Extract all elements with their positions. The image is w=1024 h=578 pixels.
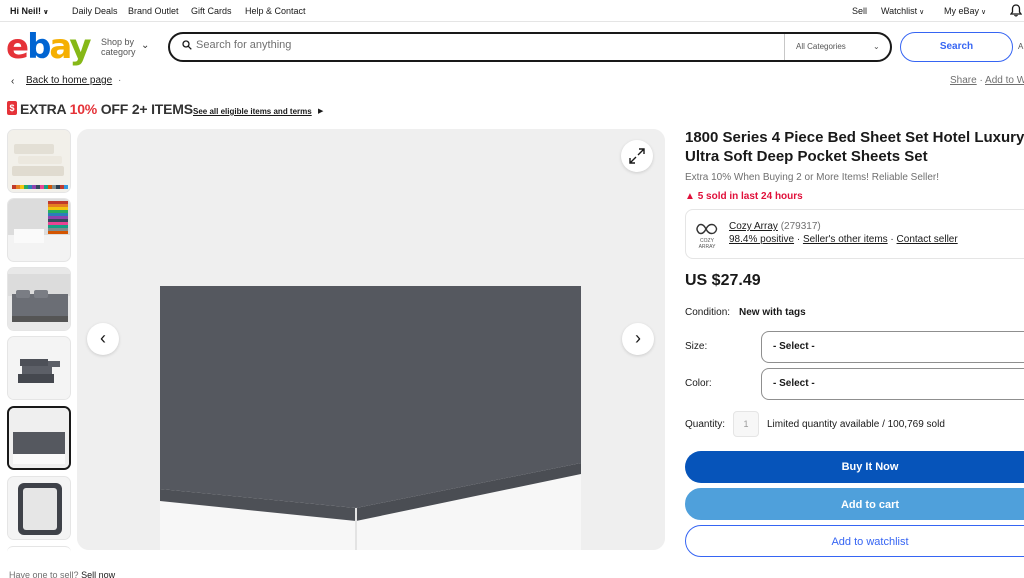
add-to-cart-button[interactable]: Add to cart bbox=[685, 488, 1024, 520]
greeting-text: Hi Neil! bbox=[10, 6, 42, 16]
size-label: Size: bbox=[685, 341, 708, 352]
sell-prompt-text: Have one to sell? bbox=[9, 570, 79, 578]
brand-outlet-link[interactable]: Brand Outlet bbox=[128, 6, 179, 16]
gift-cards-link[interactable]: Gift Cards bbox=[191, 6, 232, 16]
thumbnail-image bbox=[8, 337, 70, 399]
promo-tag-icon: $ bbox=[7, 101, 17, 115]
seller-links-row: 98.4% positive · Seller's other items · … bbox=[729, 234, 958, 245]
thumbnail-image bbox=[8, 477, 70, 539]
promo-prefix: EXTRA bbox=[20, 101, 70, 117]
shop-by-category-button[interactable]: Shop by category bbox=[101, 38, 136, 57]
contact-seller-link[interactable]: Contact seller bbox=[897, 234, 958, 245]
notification-bell-icon[interactable] bbox=[1010, 4, 1022, 17]
promo-suffix: OFF 2+ ITEMS bbox=[97, 101, 193, 117]
shop-by-text: Shop by bbox=[101, 37, 135, 47]
separator: · bbox=[794, 234, 803, 245]
my-ebay-text: My eBay bbox=[944, 6, 980, 16]
my-ebay-menu[interactable]: My eBay ∨ bbox=[944, 6, 986, 16]
expand-icon bbox=[629, 148, 645, 164]
fullscreen-button[interactable] bbox=[621, 140, 653, 172]
logo-letter-y: y bbox=[69, 27, 91, 67]
sell-prompt: Have one to sell? Sell now bbox=[9, 570, 115, 578]
category-text: category bbox=[101, 47, 136, 57]
buy-it-now-button[interactable]: Buy It Now bbox=[685, 451, 1024, 483]
logo-letter-e: e bbox=[6, 27, 29, 67]
advanced-search-link[interactable]: A bbox=[1018, 42, 1023, 51]
chevron-down-icon: ∨ bbox=[981, 9, 987, 16]
thumbnail-image bbox=[8, 130, 70, 192]
search-button[interactable]: Search bbox=[900, 32, 1013, 62]
search-input[interactable] bbox=[196, 39, 756, 51]
thumbnail-image bbox=[9, 408, 69, 468]
seller-name-row: Cozy Array (279317) bbox=[729, 221, 821, 232]
thumbnail-white-sheets[interactable] bbox=[7, 129, 71, 193]
play-arrow-icon: ▶ bbox=[318, 108, 324, 115]
back-to-home-link[interactable]: Back to home page bbox=[26, 75, 112, 86]
chevron-down-icon: ∨ bbox=[919, 9, 925, 16]
sold-indicator: ▲ 5 sold in last 24 hours bbox=[685, 191, 803, 202]
quantity-availability: Limited quantity available / 100,769 sol… bbox=[767, 419, 945, 430]
share-link[interactable]: Share bbox=[950, 75, 977, 86]
breadcrumb-separator: · bbox=[118, 75, 122, 86]
thumbnail-color-stack[interactable] bbox=[7, 198, 71, 262]
chevron-down-icon: ⌄ bbox=[873, 42, 880, 51]
next-image-button[interactable]: › bbox=[622, 323, 654, 355]
promo-terms-link[interactable]: See all eligible items and terms bbox=[193, 107, 312, 116]
chevron-right-icon: › bbox=[635, 328, 641, 348]
thumbnail-folded-sheets[interactable] bbox=[7, 336, 71, 400]
listing-subtitle: Extra 10% When Buying 2 or More Items! R… bbox=[685, 172, 939, 183]
ebay-logo[interactable]: ebay bbox=[6, 27, 92, 67]
product-photo bbox=[77, 129, 665, 550]
seller-logo-text: COZY ARRAY bbox=[698, 238, 716, 250]
thumbnail-gray-bed[interactable] bbox=[7, 267, 71, 331]
sell-link[interactable]: Sell bbox=[852, 6, 867, 16]
watchlist-menu[interactable]: Watchlist ∨ bbox=[881, 6, 924, 16]
search-icon bbox=[182, 40, 192, 50]
seller-name-link[interactable]: Cozy Array bbox=[729, 221, 778, 232]
thumbnail-image bbox=[8, 268, 70, 330]
greeting-menu[interactable]: Hi Neil! ∨ bbox=[10, 6, 49, 16]
thumbnail-image bbox=[8, 199, 70, 261]
add-to-watchlist-link[interactable]: Add to W bbox=[985, 75, 1024, 86]
sold-text: 5 sold in last 24 hours bbox=[697, 191, 803, 202]
quantity-input[interactable]: 1 bbox=[733, 411, 759, 437]
chevron-left-icon: ‹ bbox=[100, 328, 106, 348]
sell-now-link[interactable]: Sell now bbox=[81, 570, 115, 578]
seller-logo-icon bbox=[696, 223, 718, 235]
separator: · bbox=[887, 234, 897, 245]
thumbnail-sheet-top-view[interactable] bbox=[7, 476, 71, 540]
chevron-down-icon: ⌄ bbox=[141, 40, 150, 51]
logo-letter-b: b bbox=[27, 27, 51, 67]
help-contact-link[interactable]: Help & Contact bbox=[245, 6, 306, 16]
color-select[interactable]: - Select - bbox=[761, 368, 1024, 400]
price: US $27.49 bbox=[685, 272, 761, 289]
seller-positive-link[interactable]: 98.4% positive bbox=[729, 234, 794, 245]
category-select[interactable]: All Categories bbox=[796, 42, 846, 51]
main-product-image[interactable] bbox=[77, 129, 665, 550]
color-label: Color: bbox=[685, 378, 712, 389]
seller-other-items-link[interactable]: Seller's other items bbox=[803, 234, 888, 245]
daily-deals-link[interactable]: Daily Deals bbox=[72, 6, 118, 16]
thumbnail-more bbox=[7, 546, 71, 552]
flame-icon: ▲ bbox=[685, 191, 695, 202]
size-select[interactable]: - Select - bbox=[761, 331, 1024, 363]
previous-image-button[interactable]: ‹ bbox=[87, 323, 119, 355]
quantity-label: Quantity: bbox=[685, 419, 726, 430]
condition-label: Condition: bbox=[685, 307, 731, 318]
chevron-down-icon: ∨ bbox=[43, 9, 49, 16]
seller-feedback-count: (279317) bbox=[780, 221, 821, 232]
logo-letter-a: a bbox=[49, 27, 71, 67]
chevron-left-icon: ‹ bbox=[11, 76, 15, 87]
share-area: Share · Add to W bbox=[950, 75, 1024, 86]
promo-percent: 10% bbox=[69, 101, 98, 117]
divider bbox=[784, 34, 785, 60]
seller-logo[interactable]: COZY ARRAY bbox=[694, 222, 720, 250]
condition-value: New with tags bbox=[739, 307, 806, 318]
listing-title: 1800 Series 4 Piece Bed Sheet Set Hotel … bbox=[685, 129, 1024, 165]
thumbnail-fitted-sheet-selected[interactable] bbox=[7, 406, 71, 470]
add-to-watchlist-button[interactable]: Add to watchlist bbox=[685, 525, 1024, 557]
watchlist-text: Watchlist bbox=[881, 6, 918, 16]
top-nav-bar: Hi Neil! ∨ Daily Deals Brand Outlet Gift … bbox=[0, 0, 1024, 22]
promo-banner: EXTRA 10% OFF 2+ ITEMS bbox=[20, 101, 193, 117]
